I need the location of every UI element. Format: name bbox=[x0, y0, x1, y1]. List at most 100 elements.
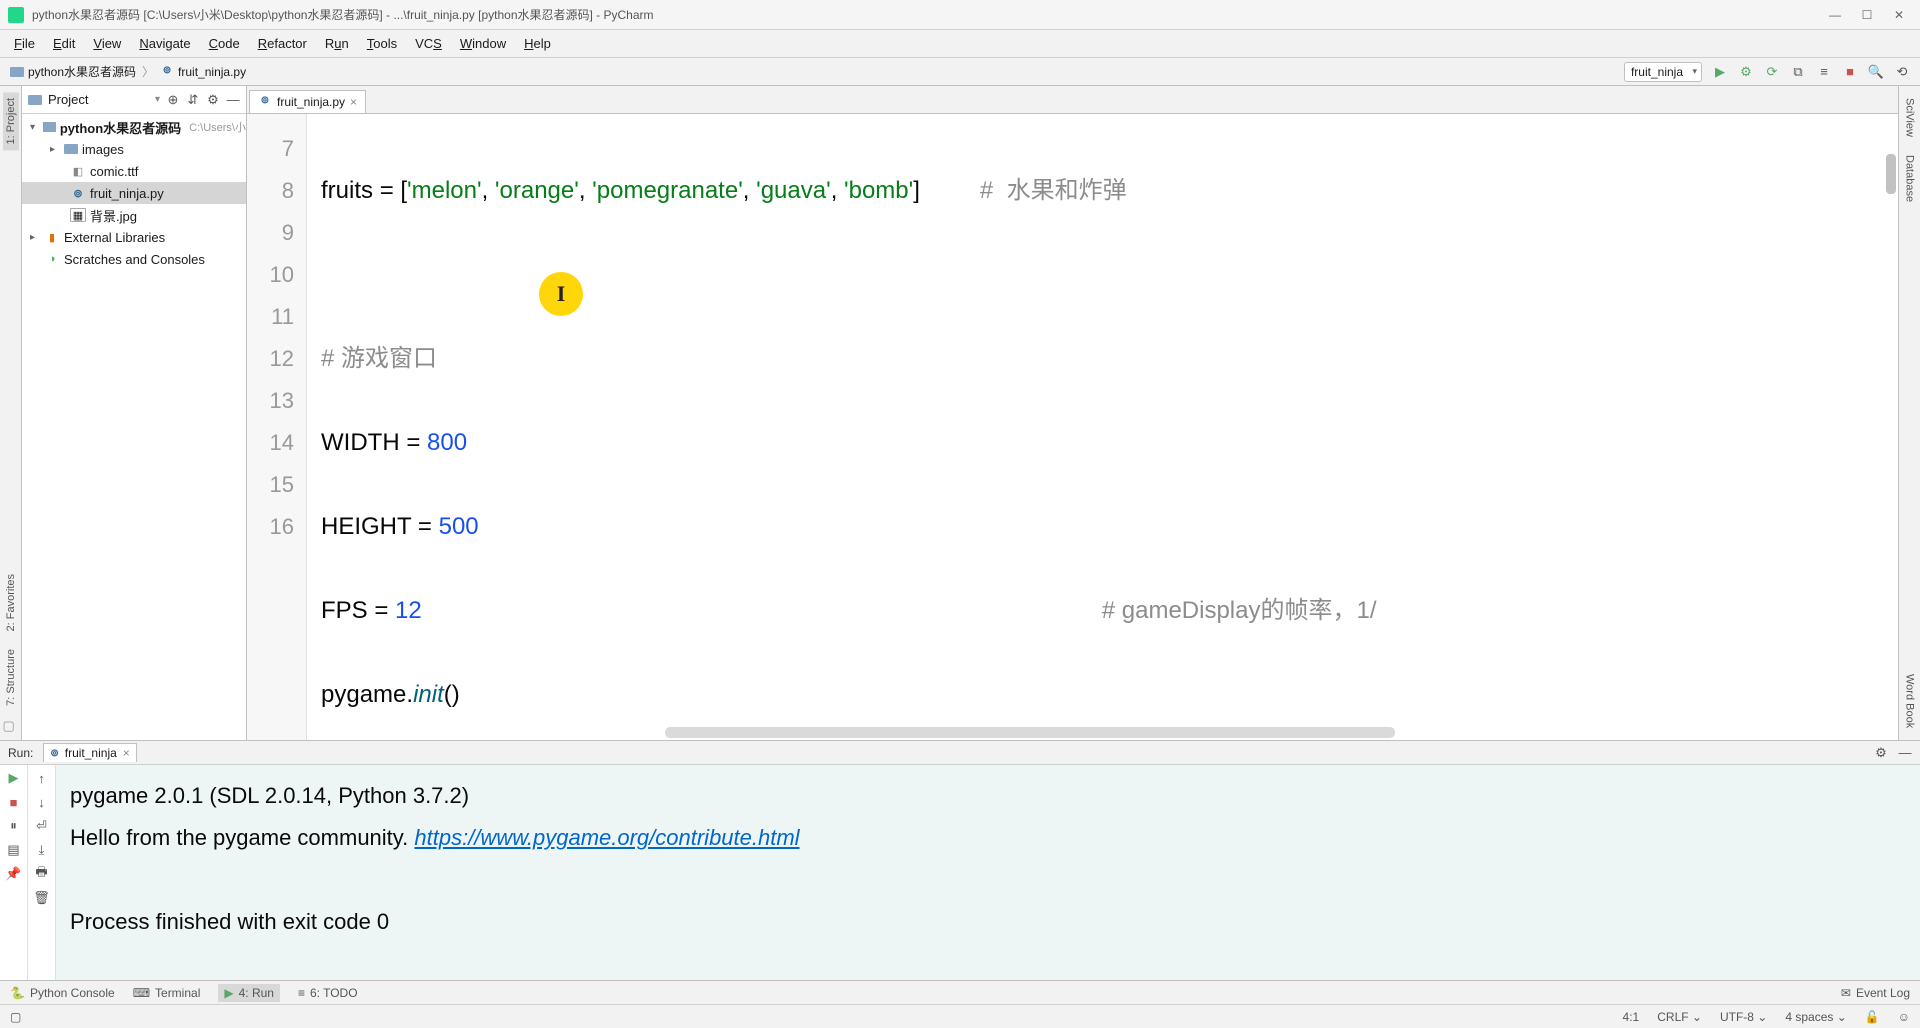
tree-root[interactable]: ▾ python水果忍者源码 C:\Users\小 bbox=[22, 116, 246, 138]
horizontal-scrollbar[interactable] bbox=[665, 727, 1395, 738]
encoding[interactable]: UTF-8 bbox=[1720, 1010, 1754, 1024]
code-string: 'orange' bbox=[495, 177, 579, 204]
breadcrumb-file[interactable]: ⊚ fruit_ninja.py bbox=[160, 65, 246, 79]
clear-icon[interactable]: 🗑 bbox=[33, 889, 51, 907]
layout-icon[interactable]: ▤ bbox=[5, 841, 23, 859]
close-icon[interactable]: × bbox=[350, 95, 357, 109]
gear-icon[interactable]: ⚙ bbox=[206, 93, 220, 107]
sync-icon[interactable]: ⟲ bbox=[1894, 64, 1910, 80]
event-log[interactable]: ✉ Event Log bbox=[1841, 986, 1910, 1000]
up-icon[interactable]: ↑ bbox=[33, 769, 51, 787]
menu-vcs[interactable]: VCS bbox=[407, 32, 450, 55]
menu-view[interactable]: View bbox=[85, 32, 129, 55]
caret-position[interactable]: 4:1 bbox=[1623, 1010, 1640, 1024]
gear-icon[interactable]: ⚙ bbox=[1874, 746, 1888, 760]
tree-file-bgimg[interactable]: ▦ 背景.jpg bbox=[22, 204, 246, 226]
code-text: = bbox=[380, 177, 401, 204]
editor-tab-label: fruit_ninja.py bbox=[277, 95, 345, 109]
tab-wordbook[interactable]: Word Book bbox=[1902, 668, 1918, 734]
label: Python Console bbox=[30, 986, 115, 1000]
menu-edit[interactable]: Edit bbox=[45, 32, 83, 55]
terminal-tab[interactable]: ⌨ Terminal bbox=[133, 986, 201, 1000]
tree-file-fruitninja[interactable]: ⊚ fruit_ninja.py bbox=[22, 182, 246, 204]
collapse-icon[interactable]: ⇵ bbox=[186, 93, 200, 107]
chevron-down-icon[interactable]: ▾ bbox=[30, 122, 39, 133]
project-tree[interactable]: ▾ python水果忍者源码 C:\Users\小 ▸ images ◧ com… bbox=[22, 114, 246, 740]
indent[interactable]: 4 spaces bbox=[1785, 1010, 1833, 1024]
vertical-scrollbar[interactable] bbox=[1886, 154, 1896, 194]
bottom-tool-strip: 🐍 Python Console ⌨ Terminal ▶ 4: Run ≡ 6… bbox=[0, 980, 1920, 1004]
line-separator[interactable]: CRLF bbox=[1657, 1010, 1688, 1024]
editor-tab-fruitninja[interactable]: ⊚ fruit_ninja.py × bbox=[249, 90, 366, 113]
menu-code[interactable]: Code bbox=[201, 32, 248, 55]
minimize-button[interactable]: — bbox=[1828, 8, 1842, 22]
run-config-select[interactable]: fruit_ninja ▾ bbox=[1624, 62, 1702, 82]
line-gutter: 7 8 9 10 11 12 13 14 15 16 bbox=[247, 114, 307, 740]
todo-tab[interactable]: ≡ 6: TODO bbox=[298, 986, 358, 1000]
tab-structure[interactable]: 7: Structure bbox=[3, 643, 19, 712]
run-output[interactable]: pygame 2.0.1 (SDL 2.0.14, Python 3.7.2) … bbox=[56, 765, 1920, 980]
project-panel: Project ▾ ⊕ ⇵ ⚙ — ▾ python水果忍者源码 C:\User… bbox=[22, 86, 247, 740]
search-everywhere-icon[interactable]: 🔍 bbox=[1868, 64, 1884, 80]
rerun-icon[interactable]: ▶ bbox=[5, 769, 23, 787]
code-comment: # gameDisplay的帧率，1/ bbox=[1102, 597, 1377, 624]
locate-icon[interactable]: ⊕ bbox=[166, 93, 180, 107]
coverage-icon[interactable]: ⟳ bbox=[1764, 64, 1780, 80]
tree-folder-images[interactable]: ▸ images bbox=[22, 138, 246, 160]
python-console-tab[interactable]: 🐍 Python Console bbox=[10, 986, 115, 1000]
down-icon[interactable]: ↓ bbox=[33, 793, 51, 811]
code-text: fruits bbox=[321, 177, 380, 204]
close-icon[interactable]: × bbox=[123, 746, 130, 760]
menu-refactor[interactable]: Refactor bbox=[250, 32, 315, 55]
run-tab[interactable]: ⊚ fruit_ninja × bbox=[43, 743, 136, 762]
print-icon[interactable]: 🖶 bbox=[33, 865, 51, 883]
project-view-select[interactable]: ▾ bbox=[155, 94, 160, 105]
tree-scratches[interactable]: ◑ Scratches and Consoles bbox=[22, 248, 246, 270]
maximize-button[interactable]: ☐ bbox=[1860, 8, 1874, 22]
chevron-right-icon[interactable]: ▸ bbox=[30, 232, 40, 243]
wrap-icon[interactable]: ⏎ bbox=[33, 817, 51, 835]
run-tab-bottom[interactable]: ▶ 4: Run bbox=[218, 984, 280, 1002]
attach-icon[interactable]: ≡ bbox=[1816, 64, 1832, 80]
breadcrumb-root[interactable]: python水果忍者源码 bbox=[10, 63, 136, 80]
tab-sciview[interactable]: SciView bbox=[1902, 92, 1918, 143]
menu-tools[interactable]: Tools bbox=[359, 32, 405, 55]
tab-favorites[interactable]: 2: Favorites bbox=[3, 568, 19, 637]
tab-database[interactable]: Database bbox=[1902, 149, 1918, 208]
menu-file[interactable]: File bbox=[6, 32, 43, 55]
line-number: 7 bbox=[247, 128, 294, 170]
debug-button-icon[interactable]: ⚙ bbox=[1738, 64, 1754, 80]
editor-body[interactable]: 7 8 9 10 11 12 13 14 15 16 fruits = ['me… bbox=[247, 114, 1898, 740]
pin-icon[interactable]: 📌 bbox=[5, 865, 23, 883]
menu-window[interactable]: Window bbox=[452, 32, 514, 55]
line-number: 14 bbox=[247, 422, 294, 464]
code-number: 12 bbox=[395, 597, 422, 624]
menu-navigate[interactable]: Navigate bbox=[131, 32, 198, 55]
stripe-bottom-icon[interactable]: ▢ bbox=[3, 718, 19, 734]
code-call: init bbox=[413, 681, 444, 708]
scroll-icon[interactable]: ⤓ bbox=[33, 841, 51, 859]
code-text: , bbox=[482, 177, 495, 204]
run-button-icon[interactable]: ▶ bbox=[1712, 64, 1728, 80]
menu-help[interactable]: Help bbox=[516, 32, 559, 55]
pause-icon[interactable]: ⏸ bbox=[5, 817, 23, 835]
chevron-right-icon[interactable]: ▸ bbox=[50, 144, 60, 155]
run-config-label: fruit_ninja bbox=[1631, 65, 1683, 79]
stop-button-icon[interactable]: ■ bbox=[1842, 64, 1858, 80]
hide-icon[interactable]: — bbox=[1898, 746, 1912, 760]
tree-file-comic[interactable]: ◧ comic.ttf bbox=[22, 160, 246, 182]
close-button[interactable]: ✕ bbox=[1892, 8, 1906, 22]
code-view[interactable]: fruits = ['melon', 'orange', 'pomegranat… bbox=[307, 114, 1898, 740]
tree-external-libs[interactable]: ▸ ▮ External Libraries bbox=[22, 226, 246, 248]
output-link[interactable]: https://www.pygame.org/contribute.html bbox=[414, 825, 799, 850]
python-file-icon: ⊚ bbox=[160, 65, 174, 79]
lock-icon[interactable]: 🔓 bbox=[1865, 1010, 1880, 1024]
profile-icon[interactable]: ⧉ bbox=[1790, 64, 1806, 80]
hide-icon[interactable]: — bbox=[226, 93, 240, 107]
tab-project[interactable]: 1: Project bbox=[3, 92, 19, 150]
inspection-icon[interactable]: ☺ bbox=[1898, 1010, 1910, 1024]
status-left-icon[interactable]: ▢ bbox=[10, 1010, 21, 1024]
stop-icon[interactable]: ■ bbox=[5, 793, 23, 811]
menu-run[interactable]: Run bbox=[317, 32, 357, 55]
line-number: 12 bbox=[247, 338, 294, 380]
